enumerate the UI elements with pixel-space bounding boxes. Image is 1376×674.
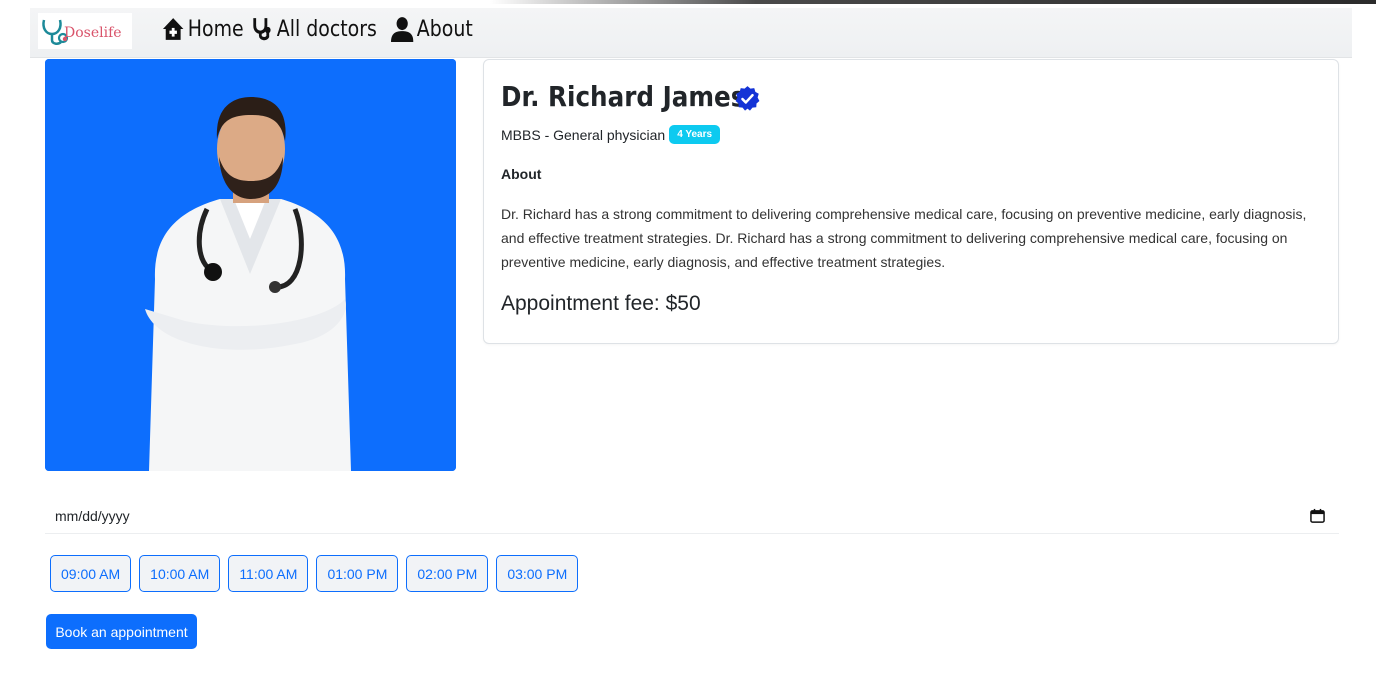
credentials-text: MBBS - General physician bbox=[501, 126, 666, 143]
house-medical-icon bbox=[162, 18, 184, 40]
verified-badge-icon bbox=[735, 86, 760, 111]
doctor-name: Dr. Richard James bbox=[501, 80, 746, 113]
time-slot-button[interactable]: 09:00 AM bbox=[50, 555, 132, 592]
doctor-illustration bbox=[45, 59, 456, 471]
appointment-date-input[interactable]: mm/dd/yyyy bbox=[45, 498, 1339, 534]
time-slot-button[interactable]: 03:00 PM bbox=[496, 555, 579, 592]
top-edge-shadow bbox=[490, 0, 1376, 4]
stethoscope-icon bbox=[253, 18, 271, 41]
user-icon bbox=[391, 17, 414, 42]
logo[interactable]: Doselife bbox=[38, 13, 132, 49]
date-placeholder: mm/dd/yyyy bbox=[55, 507, 130, 524]
time-slot-button[interactable]: 10:00 AM bbox=[139, 555, 221, 592]
doctor-info-card: Dr. Richard James MBBS - General physici… bbox=[483, 59, 1339, 344]
calendar-icon[interactable] bbox=[1310, 508, 1325, 523]
logo-text: Doselife bbox=[64, 25, 122, 41]
nav-all-doctors[interactable]: All doctors bbox=[251, 16, 377, 42]
experience-badge: 4 Years bbox=[669, 125, 721, 144]
nav-about[interactable]: About bbox=[391, 16, 473, 42]
doctor-photo bbox=[45, 59, 456, 471]
time-slot-button[interactable]: 02:00 PM bbox=[406, 555, 489, 592]
navbar: Doselife Home All doctors About bbox=[30, 8, 1352, 58]
nav-home[interactable]: Home bbox=[162, 16, 244, 42]
about-text: Dr. Richard has a strong commitment to d… bbox=[501, 206, 1307, 270]
doctor-credentials: MBBS - General physician 4 Years bbox=[501, 125, 721, 144]
time-slots: 09:00 AM 10:00 AM 11:00 AM 01:00 PM 02:0… bbox=[50, 555, 579, 592]
nav-about-label: About bbox=[417, 16, 474, 42]
appointment-fee: Appointment fee: $50 bbox=[501, 292, 701, 315]
time-slot-button[interactable]: 11:00 AM bbox=[228, 555, 309, 592]
nav-home-label: Home bbox=[187, 16, 244, 42]
book-appointment-button[interactable]: Book an appointment bbox=[46, 614, 197, 649]
about-heading: About bbox=[501, 166, 542, 182]
time-slot-button[interactable]: 01:00 PM bbox=[316, 555, 399, 592]
nav-all-doctors-label: All doctors bbox=[276, 16, 377, 42]
